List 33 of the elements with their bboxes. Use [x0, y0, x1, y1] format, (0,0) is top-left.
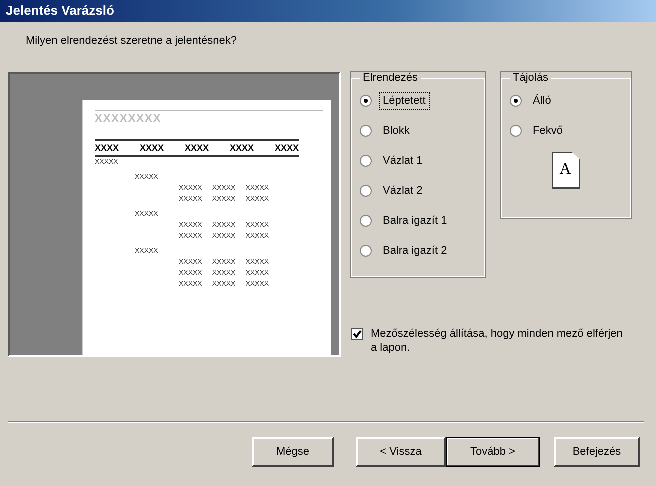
radio-button[interactable]: [360, 95, 372, 107]
page-icon: A: [552, 152, 580, 189]
dialog-button[interactable]: Befejezés: [554, 437, 640, 467]
radio-button[interactable]: [510, 125, 522, 137]
preview-header: XXXX: [140, 143, 164, 153]
preview-header: XXXX: [184, 143, 209, 153]
radio-label[interactable]: Álló: [529, 92, 556, 110]
question-text: Milyen elrendezést szeretne a jelentésnek?: [25, 34, 238, 49]
radio-label[interactable]: Fekvő: [529, 122, 567, 140]
radio-label[interactable]: Vázlat 2: [379, 182, 427, 200]
window-title: Jelentés Varázsló: [6, 3, 114, 18]
radio-label[interactable]: Léptetett: [379, 92, 430, 110]
checkbox[interactable]: [351, 328, 363, 340]
radio-button[interactable]: [360, 125, 372, 137]
radio-button[interactable]: [360, 185, 372, 197]
dialog-button[interactable]: Mégse: [252, 437, 334, 467]
radio-button[interactable]: [360, 215, 372, 227]
preview-header: XXXX: [230, 143, 254, 153]
radio-button[interactable]: [360, 155, 372, 167]
radio-button[interactable]: [510, 95, 522, 107]
preview-header: XXXX: [274, 143, 299, 153]
dialog-button[interactable]: < Vissza: [356, 437, 446, 467]
checkbox-label[interactable]: Mezőszélesség állítása, hogy minden mező elférjen a lapon.: [371, 327, 631, 355]
group-title: Elrendezés: [362, 72, 420, 84]
radio-label[interactable]: Balra igazít 2: [379, 242, 452, 260]
preview-title: XXXXXXXX: [95, 113, 163, 125]
radio-label[interactable]: Blokk: [379, 122, 414, 140]
preview-header: XXXX: [95, 143, 120, 153]
radio-label[interactable]: Balra igazít 1: [379, 212, 452, 230]
dialog-button[interactable]: Tovább >: [446, 437, 540, 467]
radio-button[interactable]: [360, 245, 372, 257]
radio-label[interactable]: Vázlat 1: [379, 152, 427, 170]
group-title: Tájolás: [512, 72, 550, 84]
